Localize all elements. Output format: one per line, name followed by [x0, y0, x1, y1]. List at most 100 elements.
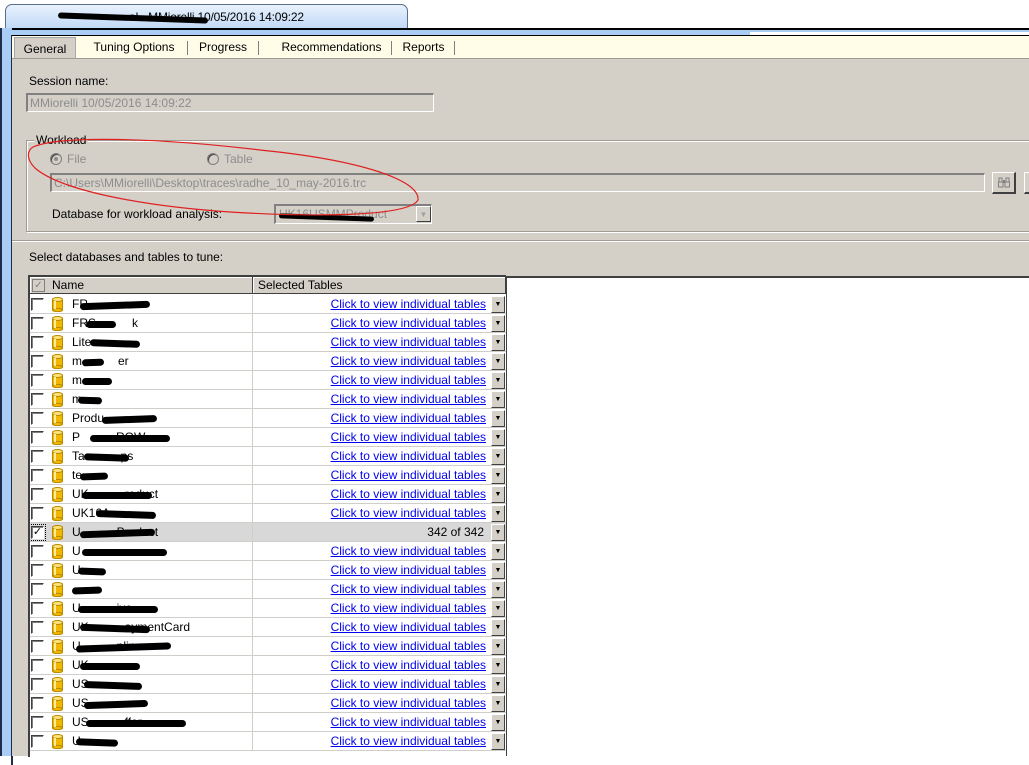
- table-row[interactable]: U nline Click to view individual tables ▼: [30, 637, 506, 656]
- file-radio[interactable]: [50, 153, 62, 165]
- row-checkbox[interactable]: [31, 545, 44, 558]
- view-tables-link[interactable]: Click to view individual tables: [331, 696, 486, 710]
- row-checkbox[interactable]: ✓: [30, 524, 46, 541]
- row-checkbox[interactable]: [31, 393, 44, 406]
- table-row[interactable]: US ffer Click to view individual tables ▼: [30, 713, 506, 732]
- table-row[interactable]: ✓U Product 342 of 342 ▼: [30, 523, 506, 542]
- chevron-down-icon[interactable]: ▼: [491, 467, 505, 484]
- view-tables-link[interactable]: Click to view individual tables: [331, 373, 486, 387]
- table-row[interactable]: m Click to view individual tables ▼: [30, 390, 506, 409]
- row-checkbox[interactable]: [31, 697, 44, 710]
- session-name-input[interactable]: MMiorelli 10/05/2016 14:09:22: [26, 93, 434, 112]
- table-row[interactable]: m er Click to view individual tables ▼: [30, 352, 506, 371]
- chevron-down-icon[interactable]: ▼: [491, 714, 505, 731]
- tab-general[interactable]: General: [14, 37, 76, 59]
- chevron-down-icon[interactable]: ▼: [491, 486, 505, 503]
- chevron-down-icon[interactable]: ▼: [491, 638, 505, 655]
- column-header-selected-tables[interactable]: Selected Tables: [253, 277, 506, 294]
- row-checkbox[interactable]: [31, 621, 44, 634]
- table-radio[interactable]: [207, 153, 219, 165]
- chevron-down-icon[interactable]: ▼: [491, 657, 505, 674]
- row-checkbox[interactable]: [31, 735, 44, 748]
- view-tables-link[interactable]: Click to view individual tables: [331, 734, 486, 748]
- view-tables-link[interactable]: Click to view individual tables: [331, 487, 486, 501]
- table-row[interactable]: te Click to view individual tables ▼: [30, 466, 506, 485]
- tab-recommendations[interactable]: Recommendations: [264, 36, 399, 58]
- table-row[interactable]: UK roduct Click to view individual tables…: [30, 485, 506, 504]
- row-checkbox[interactable]: [31, 488, 44, 501]
- table-row[interactable]: FR Click to view individual tables ▼: [30, 295, 506, 314]
- chevron-down-icon[interactable]: ▼: [491, 543, 505, 560]
- table-row[interactable]: US Click to view individual tables ▼: [30, 694, 506, 713]
- view-tables-link[interactable]: Click to view individual tables: [331, 392, 486, 406]
- row-checkbox[interactable]: [31, 431, 44, 444]
- browse-file-button[interactable]: [992, 172, 1016, 194]
- table-row[interactable]: U Click to view individual tables ▼: [30, 542, 506, 561]
- chevron-down-icon[interactable]: ▼: [491, 429, 505, 446]
- row-checkbox[interactable]: [31, 659, 44, 672]
- view-tables-link[interactable]: Click to view individual tables: [331, 354, 486, 368]
- view-tables-link[interactable]: Click to view individual tables: [331, 563, 486, 577]
- table-row[interactable]: m Click to view individual tables ▼: [30, 371, 506, 390]
- chevron-down-icon[interactable]: ▼: [491, 619, 505, 636]
- chevron-down-icon[interactable]: ▼: [491, 353, 505, 370]
- column-header-name[interactable]: ✓ Name: [30, 277, 253, 294]
- table-row[interactable]: UK16A Click to view individual tables ▼: [30, 504, 506, 523]
- view-tables-link[interactable]: Click to view individual tables: [331, 715, 486, 729]
- table-row[interactable]: U ive Click to view individual tables ▼: [30, 599, 506, 618]
- row-checkbox[interactable]: [31, 317, 44, 330]
- tab-tuning-options[interactable]: Tuning Options: [84, 36, 184, 58]
- row-checkbox[interactable]: [31, 336, 44, 349]
- view-tables-link[interactable]: Click to view individual tables: [331, 639, 486, 653]
- view-tables-link[interactable]: Click to view individual tables: [331, 411, 486, 425]
- chevron-down-icon[interactable]: ▼: [491, 505, 505, 522]
- workload-file-path-input[interactable]: C:\Users\MMiorelli\Desktop\traces\radhe_…: [50, 173, 985, 192]
- table-row[interactable]: U Click to view individual tables ▼: [30, 732, 506, 751]
- row-checkbox[interactable]: [31, 450, 44, 463]
- row-checkbox[interactable]: [31, 564, 44, 577]
- chevron-down-icon[interactable]: ▼: [491, 410, 505, 427]
- chevron-down-icon[interactable]: ▼: [416, 206, 431, 222]
- chevron-down-icon[interactable]: ▼: [491, 524, 505, 541]
- view-tables-link[interactable]: Click to view individual tables: [331, 430, 486, 444]
- row-checkbox[interactable]: [31, 640, 44, 653]
- row-checkbox[interactable]: [31, 602, 44, 615]
- view-tables-link[interactable]: Click to view individual tables: [331, 677, 486, 691]
- table-row[interactable]: UK Click to view individual tables ▼: [30, 656, 506, 675]
- view-tables-link[interactable]: Click to view individual tables: [331, 544, 486, 558]
- view-tables-link[interactable]: Click to view individual tables: [331, 601, 486, 615]
- view-tables-link[interactable]: Click to view individual tables: [331, 449, 486, 463]
- row-checkbox[interactable]: [31, 469, 44, 482]
- document-tab[interactable]: al - MMiorelli 10/05/2016 14:09:22: [5, 4, 408, 31]
- row-checkbox[interactable]: [31, 507, 44, 520]
- table-row[interactable]: U Click to view individual tables ▼: [30, 561, 506, 580]
- select-all-checkbox[interactable]: ✓: [32, 279, 45, 292]
- table-row[interactable]: UK aymentCard Click to view individual ta…: [30, 618, 506, 637]
- view-tables-link[interactable]: Click to view individual tables: [331, 620, 486, 634]
- row-checkbox[interactable]: [31, 298, 44, 311]
- chevron-down-icon[interactable]: ▼: [491, 600, 505, 617]
- chevron-down-icon[interactable]: ▼: [491, 676, 505, 693]
- row-checkbox[interactable]: [31, 583, 44, 596]
- chevron-down-icon[interactable]: ▼: [491, 372, 505, 389]
- chevron-down-icon[interactable]: ▼: [491, 448, 505, 465]
- workload-db-select[interactable]: UK16USMMProduct ▼: [274, 204, 432, 224]
- chevron-down-icon[interactable]: ▼: [491, 334, 505, 351]
- row-checkbox[interactable]: [31, 374, 44, 387]
- chevron-down-icon[interactable]: ▼: [491, 562, 505, 579]
- view-tables-link[interactable]: Click to view individual tables: [331, 506, 486, 520]
- chevron-down-icon[interactable]: ▼: [491, 695, 505, 712]
- row-checkbox[interactable]: [31, 355, 44, 368]
- row-checkbox[interactable]: [31, 678, 44, 691]
- table-row[interactable]: US Click to view individual tables ▼: [30, 675, 506, 694]
- table-row[interactable]: P ROW Click to view individual tables ▼: [30, 428, 506, 447]
- table-row[interactable]: Click to view individual tables ▼: [30, 580, 506, 599]
- view-tables-link[interactable]: Click to view individual tables: [331, 316, 486, 330]
- chevron-down-icon[interactable]: ▼: [491, 296, 505, 313]
- chevron-down-icon[interactable]: ▼: [491, 315, 505, 332]
- view-tables-link[interactable]: Click to view individual tables: [331, 335, 486, 349]
- view-tables-link[interactable]: Click to view individual tables: [331, 658, 486, 672]
- tab-progress[interactable]: Progress: [192, 36, 254, 58]
- view-tables-link[interactable]: Click to view individual tables: [331, 468, 486, 482]
- view-tables-link[interactable]: Click to view individual tables: [331, 582, 486, 596]
